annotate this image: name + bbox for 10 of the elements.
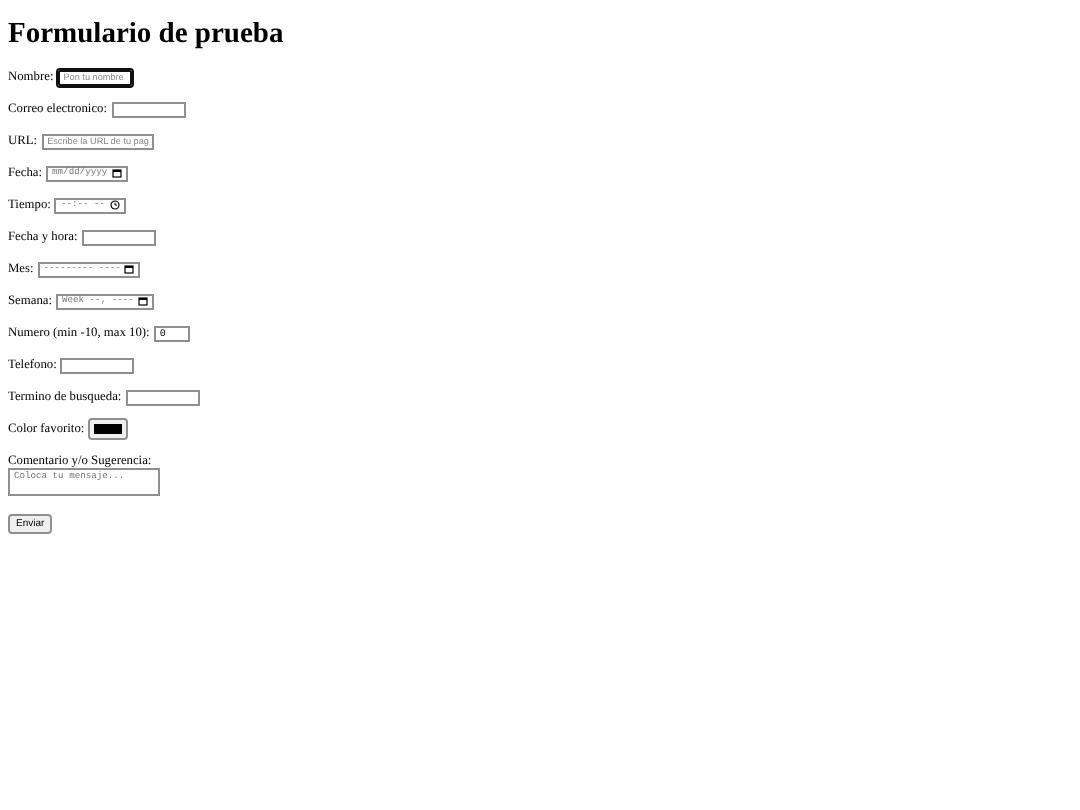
clock-icon <box>109 200 119 210</box>
input-field[interactable] <box>60 357 135 373</box>
color-picker[interactable] <box>88 418 129 440</box>
input-field[interactable] <box>125 389 200 405</box>
calendar-icon <box>124 264 135 274</box>
calendar-icon <box>137 296 148 306</box>
input-field[interactable] <box>81 229 156 245</box>
calendar-icon <box>111 168 122 178</box>
input-field[interactable] <box>111 101 186 117</box>
page-title: Formulario de prueba <box>8 20 286 49</box>
